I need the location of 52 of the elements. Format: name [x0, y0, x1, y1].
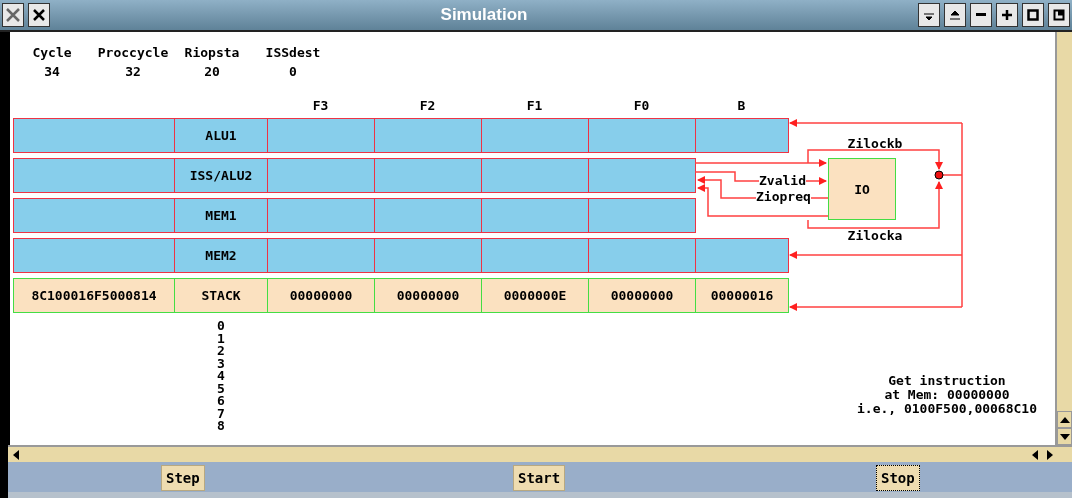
stack-index: 7 — [217, 407, 225, 420]
register-cell: 0000000E — [481, 278, 589, 313]
unit-cell: ISS/ALU2 — [174, 158, 268, 193]
maximize-icon[interactable] — [1022, 3, 1044, 27]
junction-dot — [934, 170, 944, 180]
unit-cell: STACK — [174, 278, 268, 313]
control-button[interactable]: Step — [161, 465, 205, 491]
stack-index: 5 — [217, 382, 225, 395]
register-cell: 00000000 — [588, 278, 696, 313]
plus-icon[interactable] — [996, 3, 1018, 27]
raise-icon[interactable] — [944, 3, 966, 27]
menu-icon[interactable] — [918, 3, 940, 27]
counter-value: 20 — [203, 64, 221, 80]
stack-index: 6 — [217, 395, 225, 408]
status-message: Get instruction — [887, 374, 1007, 388]
minimize-icon[interactable] — [970, 3, 992, 27]
stack-index: 2 — [217, 345, 225, 358]
restore-icon[interactable] — [1048, 3, 1070, 27]
stack-index: 8 — [217, 420, 225, 433]
stack-index: 4 — [217, 370, 225, 383]
scroll-down-icon[interactable] — [1057, 428, 1072, 445]
scroll-up-icon[interactable] — [1057, 411, 1072, 428]
register-cell: 00000000 — [267, 278, 375, 313]
counter-value: 0 — [288, 64, 298, 80]
column-header: F3 — [311, 98, 330, 114]
close-icon[interactable] — [2, 3, 24, 27]
unit-cell: MEM2 — [174, 238, 268, 273]
io-block: IO — [828, 158, 896, 220]
register-cell: 00000016 — [695, 278, 789, 313]
unit-cell: MEM1 — [174, 198, 268, 233]
close-icon[interactable] — [28, 3, 50, 27]
signal-label: Ziopreq — [756, 189, 811, 204]
counter-value: 32 — [124, 64, 142, 80]
status-message: at Mem: 00000000 — [883, 388, 1011, 402]
signal-label: Zvalid — [759, 173, 806, 188]
column-header: F1 — [525, 98, 544, 114]
counter-value: 34 — [43, 64, 61, 80]
signal-label: Zilocka — [846, 228, 904, 244]
column-header: F2 — [418, 98, 437, 114]
stack-index: 0 — [217, 320, 225, 333]
register-cell: 8C100016F5000814 — [13, 278, 175, 313]
stack-index: 1 — [217, 332, 225, 345]
unit-cell: ALU1 — [174, 118, 268, 153]
status-message: i.e., 0100F500,00068C10 — [856, 402, 1038, 416]
window-title: Simulation — [439, 5, 529, 25]
control-button[interactable]: Start — [513, 465, 566, 491]
control-button[interactable]: Stop — [876, 465, 920, 491]
column-header: B — [736, 98, 747, 114]
signal-label: Zilockb — [846, 136, 904, 152]
column-header: F0 — [632, 98, 651, 114]
register-cell: 00000000 — [374, 278, 482, 313]
stack-index: 3 — [217, 357, 225, 370]
